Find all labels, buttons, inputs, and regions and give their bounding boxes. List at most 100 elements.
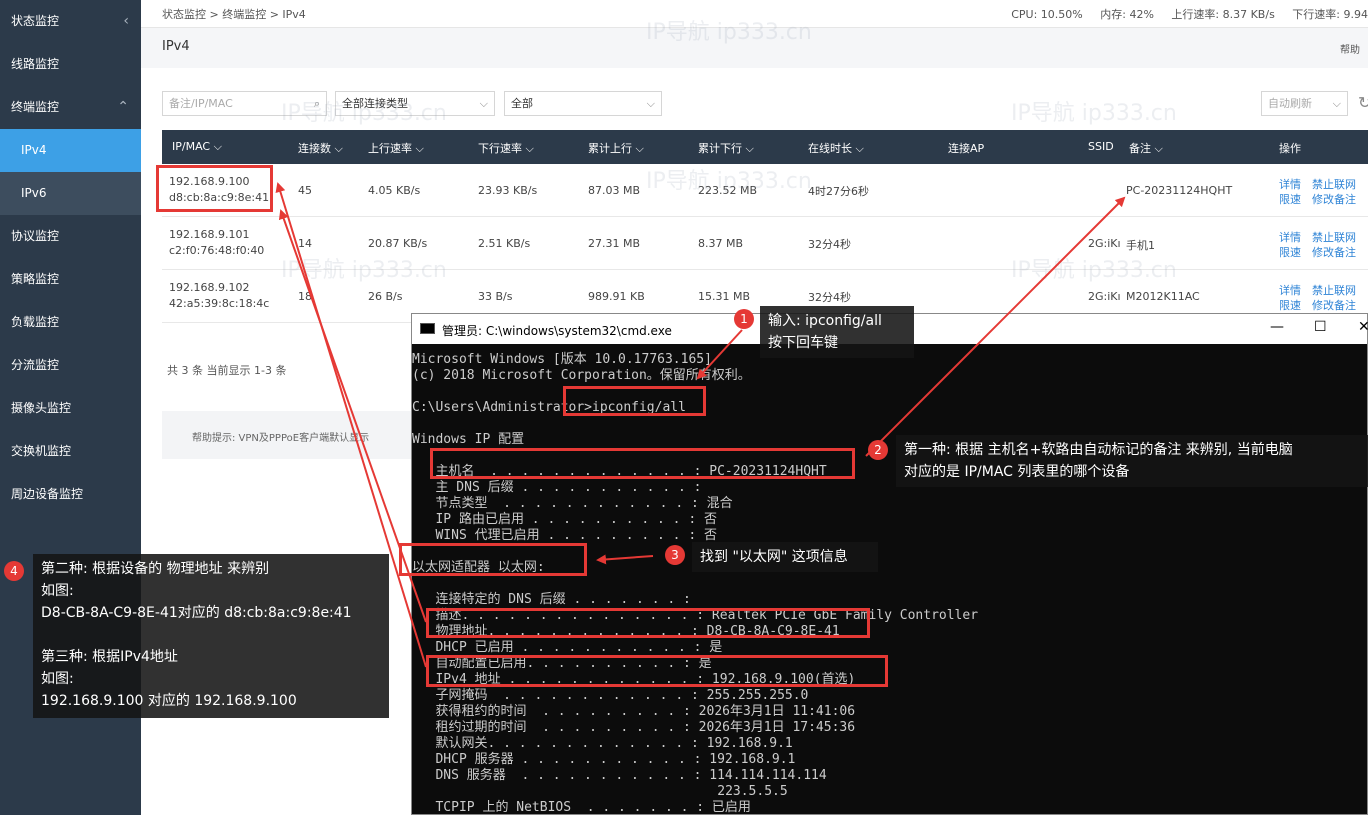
cell-up: 20.87 KB/s xyxy=(368,237,428,250)
callout-step-3: 找到 "以太网" 这项信息 xyxy=(692,542,878,572)
console-line: (c) 2018 Microsoft Corporation。保留所有权利。 xyxy=(412,368,751,383)
sidebar-item-ipv6[interactable]: IPv6 xyxy=(0,172,141,215)
col-up-rate[interactable]: 上行速率 ⌵ xyxy=(368,140,424,156)
cell-online: 32分4秒 xyxy=(808,238,851,251)
callout-step-4: 第二种: 根据设备的 物理地址 来辨别 如图: D8-CB-8A-C9-8E-4… xyxy=(33,554,389,718)
cell-online: 4时27分6秒 xyxy=(808,185,869,198)
cell-mac: c2:f0:76:48:f0:40 xyxy=(169,244,265,257)
close-icon[interactable]: ✕ xyxy=(1358,319,1368,335)
step-badge-3: 3 xyxy=(665,545,685,565)
cell-online: 32分4秒 xyxy=(808,291,851,304)
cell-mac: 42:a5:39:8c:18:4c xyxy=(169,297,270,310)
console-line: 连接特定的 DNS 后缀 . . . . . . . : xyxy=(412,592,691,607)
watermark: IP导航 ip333.cn xyxy=(1011,101,1177,126)
cmd-window: 管理员: C:\windows\system32\cmd.exe — ☐ ✕ M… xyxy=(411,313,1368,815)
sidebar-item-label: 交换机监控 xyxy=(11,444,72,458)
edit-note-link[interactable]: 修改备注 xyxy=(1312,191,1356,207)
console-line: 主 DNS 后缀 . . . . . . . . . . . : xyxy=(412,480,702,495)
console-line: 以太网适配器 以太网: xyxy=(412,560,545,575)
sidebar-item-label: 状态监控 xyxy=(11,14,60,28)
limit-link[interactable]: 限速 xyxy=(1279,191,1301,207)
cell-total-down: 15.31 MB xyxy=(698,290,751,303)
sidebar-item-switch[interactable]: 交换机监控 xyxy=(0,430,141,473)
all-select[interactable]: 全部 ⌵ xyxy=(504,91,662,116)
console-line: 描述. . . . . . . . . . . . . . . : Realte… xyxy=(412,608,979,623)
block-link[interactable]: 禁止联网 xyxy=(1312,229,1356,245)
col-total-up[interactable]: 累计上行 ⌵ xyxy=(588,140,644,156)
sidebar-item-label: 摄像头监控 xyxy=(11,401,72,415)
edit-note-link[interactable]: 修改备注 xyxy=(1312,297,1356,313)
console-line: 租约过期的时间 . . . . . . . . . : 2026年3月1日 17… xyxy=(412,720,856,735)
col-note[interactable]: 备注 ⌵ xyxy=(1129,140,1163,156)
col-actions: 操作 xyxy=(1279,142,1301,155)
chevron-left-icon: ‹ xyxy=(123,13,129,29)
callout-step-1: 输入: ipconfig/all 按下回车键 xyxy=(760,306,914,358)
sidebar-item-line[interactable]: 线路监控 xyxy=(0,43,141,86)
console-line: C:\Users\Administrator>ipconfig/all xyxy=(412,400,686,415)
sidebar-item-label: 终端监控 xyxy=(11,100,60,114)
console-line: DHCP 服务器 . . . . . . . . . . . : 192.168… xyxy=(412,752,796,767)
console-line: 主机名 . . . . . . . . . . . . . : PC-20231… xyxy=(412,464,827,479)
cell-down: 33 B/s xyxy=(478,290,513,303)
sidebar-item-label: 分流监控 xyxy=(11,358,60,372)
sidebar-item-terminal[interactable]: 终端监控 ⌃ xyxy=(0,86,141,129)
console-line: TCPIP 上的 NetBIOS . . . . . . . : 已启用 xyxy=(412,800,751,814)
details-link[interactable]: 详情 xyxy=(1279,229,1301,245)
edit-note-link[interactable]: 修改备注 xyxy=(1312,244,1356,260)
pagination-info: 共 3 条 当前显示 1-3 条 xyxy=(167,364,287,377)
col-ap: 连接AP xyxy=(948,142,985,155)
minimize-icon[interactable]: — xyxy=(1270,319,1284,335)
sidebar-item-load[interactable]: 负载监控 xyxy=(0,301,141,344)
refresh-icon[interactable]: ↻ xyxy=(1358,93,1368,112)
sidebar-item-label: 线路监控 xyxy=(11,57,60,71)
cell-ip: 192.168.9.100 xyxy=(169,175,250,188)
chevron-down-icon: ⌵ xyxy=(646,97,655,110)
auto-refresh-select[interactable]: 自动刷新 ⌵ xyxy=(1261,91,1348,116)
callout-step-2: 第一种: 根据 主机名+软路由自动标记的备注 来辨别, 当前电脑 对应的是 IP… xyxy=(896,435,1368,487)
cell-conn: 18 xyxy=(298,290,312,303)
console-line: 自动配置已启用. . . . . . . . . . : 是 xyxy=(412,656,712,671)
maximize-icon[interactable]: ☐ xyxy=(1314,319,1327,335)
cmd-icon xyxy=(420,323,435,334)
table-header: IP/MAC ⌵ 连接数 ⌵ 上行速率 ⌵ 下行速率 ⌵ 累计上行 ⌵ 累计下行… xyxy=(162,130,1368,164)
block-link[interactable]: 禁止联网 xyxy=(1312,176,1356,192)
col-connections[interactable]: 连接数 ⌵ xyxy=(298,140,343,156)
col-total-down[interactable]: 累计下行 ⌵ xyxy=(698,140,754,156)
cell-mac: d8:cb:8a:c9:8e:41 xyxy=(169,191,270,204)
block-link[interactable]: 禁止联网 xyxy=(1312,282,1356,298)
col-ip-mac[interactable]: IP/MAC ⌵ xyxy=(172,140,222,154)
console-line: 获得租约的时间 . . . . . . . . . : 2026年3月1日 11… xyxy=(412,704,856,719)
upload-rate-stat: 上行速率: 8.37 KB/s xyxy=(1171,8,1275,21)
cell-conn: 45 xyxy=(298,184,312,197)
cell-note: 手机1 xyxy=(1126,239,1155,252)
help-tip: 帮助提示: VPN及PPPoE客户端默认显示 xyxy=(162,411,432,459)
top-bar: 状态监控 > 终端监控 > IPv4 CPU: 10.50% 内存: 42% 上… xyxy=(141,0,1368,28)
cell-up: 26 B/s xyxy=(368,290,403,303)
cell-ssid: 2G:iKı xyxy=(1088,237,1121,250)
details-link[interactable]: 详情 xyxy=(1279,176,1301,192)
console-line: 物理地址. . . . . . . . . . . . . : D8-CB-8A… xyxy=(412,624,840,639)
sidebar-item-camera[interactable]: 摄像头监控 xyxy=(0,387,141,430)
sidebar-item-policy[interactable]: 策略监控 xyxy=(0,258,141,301)
limit-link[interactable]: 限速 xyxy=(1279,244,1301,260)
cpu-stat: CPU: 10.50% xyxy=(1011,8,1083,21)
sidebar-item-peripheral[interactable]: 周边设备监控 xyxy=(0,473,141,516)
col-online-time[interactable]: 在线时长 ⌵ xyxy=(808,140,864,156)
sidebar-item-ipv4[interactable]: IPv4 xyxy=(0,129,141,172)
console-line: WINS 代理已启用 . . . . . . . . . : 否 xyxy=(412,528,717,543)
console-line: 223.5.5.5 xyxy=(412,784,788,799)
sidebar-item-status[interactable]: 状态监控 ‹ xyxy=(0,0,141,43)
cell-total-up: 989.91 KB xyxy=(588,290,645,303)
details-link[interactable]: 详情 xyxy=(1279,282,1301,298)
limit-link[interactable]: 限速 xyxy=(1279,297,1301,313)
console-output[interactable]: Microsoft Windows [版本 10.0.17763.165] (c)… xyxy=(412,344,1367,814)
connection-type-select[interactable]: 全部连接类型 ⌵ xyxy=(335,91,495,116)
sidebar-item-split[interactable]: 分流监控 xyxy=(0,344,141,387)
sidebar-item-protocol[interactable]: 协议监控 xyxy=(0,215,141,258)
help-link[interactable]: 帮助 xyxy=(1340,41,1360,56)
console-line: 默认网关. . . . . . . . . . . . . : 192.168.… xyxy=(412,736,793,751)
cell-down: 23.93 KB/s xyxy=(478,184,538,197)
page-title: IPv4 xyxy=(162,39,190,54)
search-input[interactable]: 备注/IP/MAC ⌕ xyxy=(162,91,327,116)
col-down-rate[interactable]: 下行速率 ⌵ xyxy=(478,140,534,156)
